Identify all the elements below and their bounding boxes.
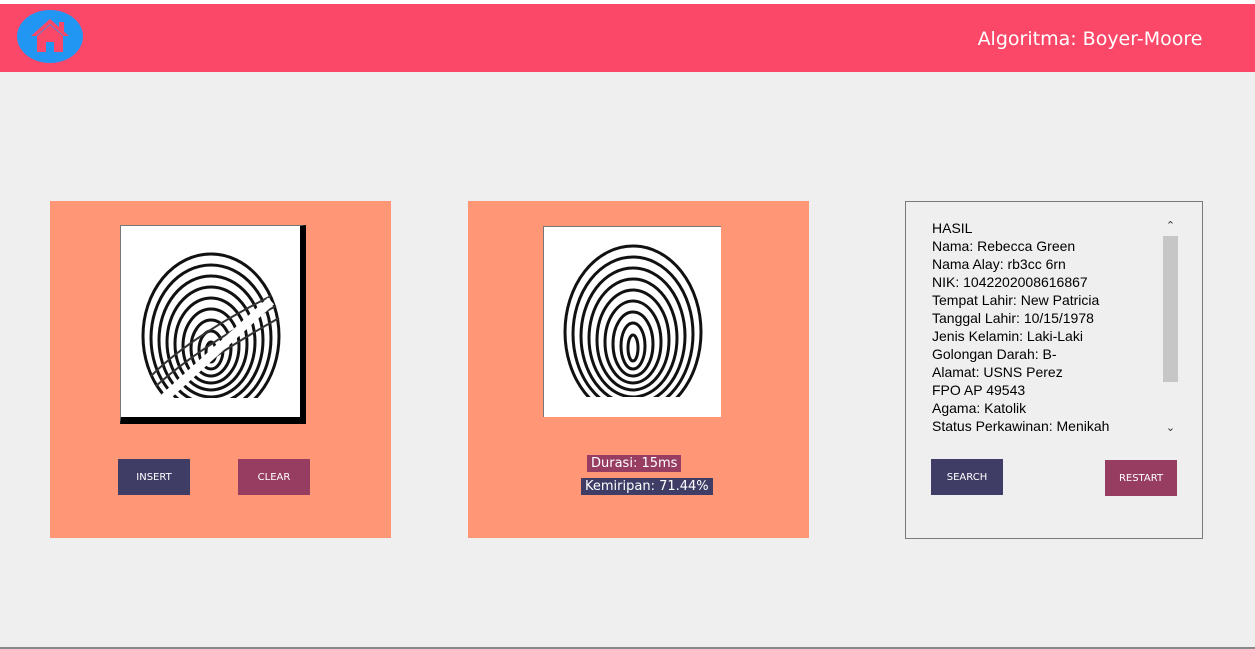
scrollbar-thumb[interactable] — [1163, 236, 1178, 382]
header-bar: Algoritma: Boyer-Moore — [0, 4, 1255, 72]
restart-button[interactable]: RESTART — [1105, 460, 1177, 496]
search-button[interactable]: SEARCH — [931, 459, 1003, 495]
result-line: Golongan Darah: B- — [932, 346, 1057, 362]
result-line: Jenis Kelamin: Laki-Laki — [932, 328, 1083, 344]
result-line: FPO AP 49543 — [932, 382, 1026, 398]
chevron-up-icon[interactable]: ⌃ — [1162, 218, 1179, 234]
result-line: NIK: 1042202008616867 — [932, 274, 1088, 290]
input-fingerprint-image — [120, 225, 306, 424]
home-button[interactable] — [17, 10, 83, 63]
algorithm-title: Algoritma: Boyer-Moore — [977, 28, 1203, 50]
result-line: Nama: Rebecca Green — [932, 238, 1076, 254]
result-line: Agama: Katolik — [932, 400, 1027, 416]
result-line: Alamat: USNS Perez — [932, 364, 1063, 380]
home-icon — [31, 19, 69, 52]
input-panel: INSERT CLEAR — [50, 201, 391, 538]
clear-button[interactable]: CLEAR — [238, 459, 310, 495]
match-panel: Durasi: 15ms Kemiripan: 71.44% — [468, 201, 809, 538]
result-line: Tanggal Lahir: 10/15/1978 — [932, 310, 1094, 326]
chevron-down-icon[interactable]: ⌄ — [1162, 420, 1179, 436]
result-scrollbar[interactable]: ⌃ ⌄ — [1162, 218, 1179, 436]
duration-label: Durasi: 15ms — [587, 455, 682, 472]
matched-fingerprint-image — [543, 226, 721, 417]
result-line: Nama Alay: rb3cc 6rn — [932, 256, 1066, 272]
result-line: HASIL — [932, 220, 973, 236]
result-line: Status Perkawinan: Menikah — [932, 418, 1110, 434]
fingerprint-image-match — [544, 244, 721, 417]
result-text-area[interactable]: HASIL Nama: Rebecca Green Nama Alay: rb3cc… — [932, 219, 1162, 439]
insert-button[interactable]: INSERT — [118, 459, 190, 495]
similarity-label: Kemiripan: 71.44% — [581, 478, 713, 495]
result-panel: HASIL Nama: Rebecca Green Nama Alay: rb3cc… — [905, 201, 1203, 539]
result-line: Tempat Lahir: New Patricia — [932, 292, 1100, 308]
fingerprint-image-input — [121, 252, 300, 417]
